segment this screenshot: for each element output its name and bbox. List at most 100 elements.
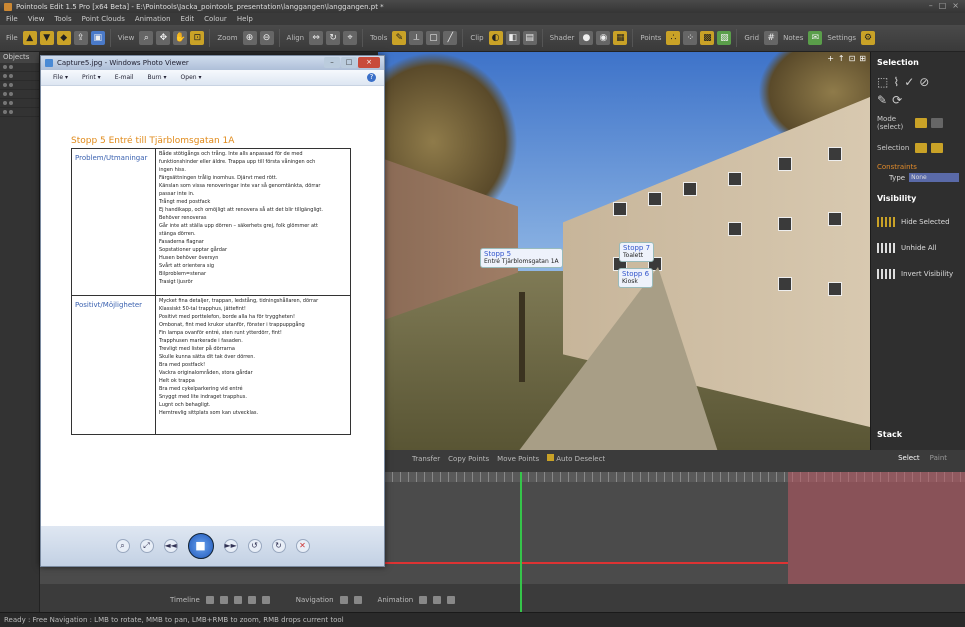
anim-key-icon[interactable] — [419, 596, 428, 604]
help-icon[interactable]: ? — [367, 73, 376, 82]
zoom-in-icon[interactable]: ⊕ — [242, 31, 257, 45]
line-icon[interactable]: ╱ — [443, 31, 458, 45]
orbit-icon[interactable]: ✥ — [156, 31, 171, 45]
pencil-icon[interactable]: ✎ — [392, 31, 407, 45]
prev-frame-icon[interactable] — [219, 596, 228, 604]
tab-select[interactable]: Select — [898, 454, 920, 462]
previous-icon[interactable]: ◄◄ — [163, 539, 178, 553]
fit-view-icon[interactable]: ⊡ — [190, 31, 205, 45]
rect-select-icon[interactable]: ⬚ — [877, 75, 888, 89]
zoom-out-icon[interactable]: ⊖ — [259, 31, 274, 45]
notes-icon[interactable]: ✉ — [808, 31, 823, 45]
invert-visibility-button[interactable]: Invert Visibility — [871, 261, 965, 287]
anim-camera-icon[interactable] — [433, 596, 442, 604]
minimize-button[interactable]: – — [929, 1, 933, 10]
mode-deselect-button[interactable] — [931, 118, 943, 128]
close-button[interactable]: × — [952, 1, 959, 10]
selection-clear-button[interactable] — [931, 143, 943, 153]
pv-menu-file[interactable]: File ▾ — [53, 74, 68, 81]
menu-point-clouds[interactable]: Point Clouds — [82, 15, 125, 23]
point-size-icon[interactable]: ∴ — [666, 31, 681, 45]
snap-icon[interactable]: ⌖ — [343, 31, 358, 45]
menu-tools[interactable]: Tools — [54, 15, 71, 23]
slideshow-button[interactable]: ■ — [187, 533, 214, 559]
mode-select-button[interactable] — [915, 118, 927, 128]
measure-icon[interactable]: ⟂ — [409, 31, 424, 45]
viewport-up-icon[interactable]: ↑ — [838, 54, 845, 63]
align-icon[interactable]: ⇔ — [309, 31, 324, 45]
object-row[interactable] — [0, 90, 39, 99]
photo-viewer-close-button[interactable]: × — [358, 57, 380, 68]
selection-invert-button[interactable] — [915, 143, 927, 153]
menu-animation[interactable]: Animation — [135, 15, 171, 23]
timeline-cursor[interactable] — [520, 472, 522, 612]
first-frame-icon[interactable] — [205, 596, 214, 604]
brush-select-icon[interactable]: ✓ — [904, 75, 914, 89]
auto-deselect-checkbox[interactable]: Auto Deselect — [547, 454, 605, 463]
menu-help[interactable]: Help — [237, 15, 253, 23]
menu-colour[interactable]: Colour — [204, 15, 227, 23]
viewport-frame-icon[interactable]: ⊡ — [849, 54, 856, 63]
grid-icon[interactable]: # — [764, 31, 779, 45]
last-frame-icon[interactable] — [261, 596, 270, 604]
type-select[interactable]: None — [909, 173, 959, 182]
rotate-cw-icon[interactable]: ↻ — [271, 539, 286, 553]
viewport-split-icon[interactable]: ⊞ — [859, 54, 866, 63]
clip-plane-icon[interactable]: ▤ — [522, 31, 537, 45]
unhide-all-button[interactable]: Unhide All — [871, 235, 965, 261]
maximize-button[interactable]: □ — [939, 1, 947, 10]
export-icon[interactable]: ⇪ — [73, 31, 88, 45]
anim-record-icon[interactable] — [447, 596, 456, 604]
open-icon[interactable]: ▲ — [22, 31, 37, 45]
photo-viewer-title-bar[interactable]: Capture5.jpg - Windows Photo Viewer – □ … — [41, 56, 384, 70]
menu-view[interactable]: View — [28, 15, 45, 23]
pv-menu-email[interactable]: E-mail — [115, 74, 134, 81]
shader-plane-icon[interactable]: ▦ — [613, 31, 628, 45]
pv-menu-print[interactable]: Print ▾ — [82, 74, 101, 81]
delete-icon[interactable]: ✕ — [295, 539, 310, 553]
point-filter-icon[interactable]: ▩ — [700, 31, 715, 45]
photo-viewer-window[interactable]: Capture5.jpg - Windows Photo Viewer – □ … — [40, 55, 385, 567]
viewport-add-icon[interactable]: + — [827, 54, 834, 63]
photo-viewer-minimize-button[interactable]: – — [324, 57, 340, 68]
tab-paint[interactable]: Paint — [930, 454, 947, 462]
import-icon[interactable]: ◆ — [56, 31, 71, 45]
clip-box-icon[interactable]: ◧ — [505, 31, 520, 45]
menu-file[interactable]: File — [6, 15, 18, 23]
clip-icon[interactable]: ◐ — [488, 31, 503, 45]
object-row[interactable] — [0, 81, 39, 90]
menu-edit[interactable]: Edit — [181, 15, 195, 23]
stop-5-tag[interactable]: Stopp 5 Entré Tjärblomsgatan 1A — [480, 248, 563, 268]
pv-menu-open[interactable]: Open ▾ — [181, 74, 202, 81]
actual-size-icon[interactable]: ⤢ — [139, 539, 154, 553]
cycle-select-icon[interactable]: ⟳ — [892, 93, 902, 107]
snapshot-icon[interactable]: ▣ — [90, 31, 105, 45]
object-row[interactable] — [0, 72, 39, 81]
zoom-icon[interactable]: ⌕ — [115, 539, 130, 553]
photo-viewer-maximize-button[interactable]: □ — [341, 57, 357, 68]
transfer-button[interactable]: Transfer — [412, 455, 440, 463]
pv-menu-burn[interactable]: Burn ▾ — [148, 74, 167, 81]
pan-icon[interactable]: ✋ — [173, 31, 188, 45]
box-icon[interactable]: ▢ — [426, 31, 441, 45]
hide-selected-button[interactable]: Hide Selected — [871, 209, 965, 235]
magnify-icon[interactable]: ⌕ — [139, 31, 154, 45]
nav-zoom-icon[interactable] — [353, 596, 362, 604]
object-row[interactable] — [0, 99, 39, 108]
rotate-ccw-icon[interactable]: ↺ — [247, 539, 262, 553]
stop-7-tag[interactable]: Stopp 7 Toalett — [619, 242, 655, 262]
rotate-icon[interactable]: ↻ — [326, 31, 341, 45]
stop-6-tag[interactable]: Stopp 6 Kiosk — [618, 268, 654, 288]
next-frame-icon[interactable] — [247, 596, 256, 604]
object-row[interactable] — [0, 63, 39, 72]
shader-intensity-icon[interactable]: ◉ — [596, 31, 611, 45]
point-density-icon[interactable]: ⁘ — [683, 31, 698, 45]
lasso-select-icon[interactable]: ⌇ — [893, 75, 899, 89]
next-icon[interactable]: ►► — [223, 539, 238, 553]
fill-select-icon[interactable]: ✎ — [877, 93, 887, 107]
object-row[interactable] — [0, 108, 39, 117]
nav-orbit-icon[interactable] — [339, 596, 348, 604]
shader-rgb-icon[interactable]: ● — [579, 31, 594, 45]
point-lod-icon[interactable]: ▧ — [717, 31, 732, 45]
paint-select-icon[interactable]: ⊘ — [919, 75, 929, 89]
